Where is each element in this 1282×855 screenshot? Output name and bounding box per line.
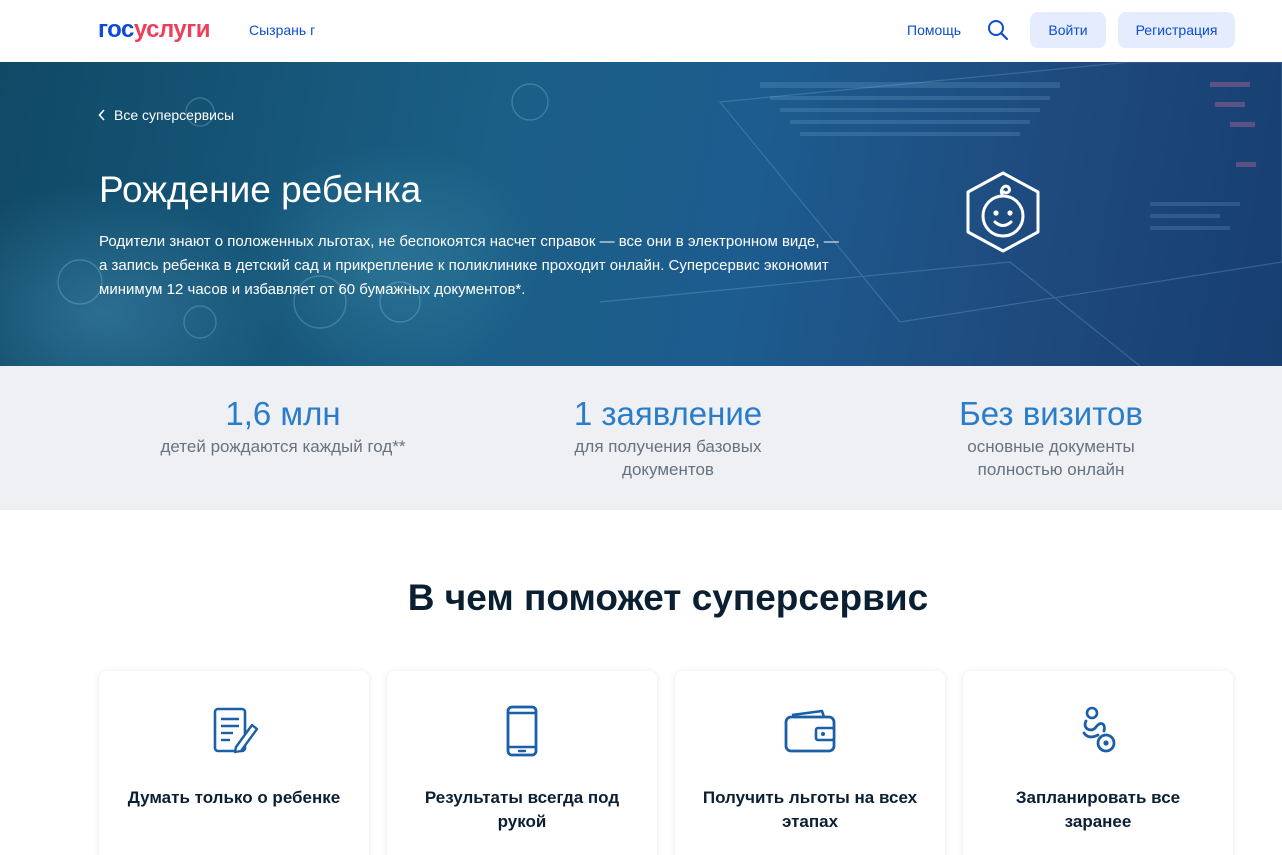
back-link-label: Все суперсервисы [114,107,235,123]
hero-banner: Все суперсервисы Рождение ребенка Родите… [0,62,1282,366]
back-to-superservices-link[interactable]: Все суперсервисы [98,106,234,124]
stat-value: 1 заявление [573,395,763,432]
gosuslugi-logo[interactable]: госуслуги [98,16,211,43]
section-title: В чем поможет суперсервис [407,577,929,618]
stat-item: 1 заявление для получения базовых докуме… [503,394,833,481]
benefit-card[interactable]: Результаты всегда под рукой [387,671,657,855]
benefit-card-label: Думать только о ребенке [127,788,341,807]
benefit-card-label: Результаты всегда под рукой [424,788,620,831]
help-link[interactable]: Помощь [907,21,961,39]
wallet-icon [784,709,836,753]
stats-band: 1,6 млн детей рождаются каждый год** 1 з… [0,366,1282,510]
stat-label: для получения базовых документов [574,437,762,479]
stat-label: детей рождаются каждый год** [160,437,406,456]
search-icon[interactable] [987,19,1009,41]
benefit-card[interactable]: Запланировать все заранее [963,671,1233,855]
register-button[interactable]: Регистрация [1118,12,1235,48]
logo-part-gos: гос [98,16,134,43]
stat-value: 1,6 млн [225,395,341,432]
benefit-card[interactable]: Получить льготы на всех этапах [675,671,945,855]
page-title: Рождение ребенка [99,169,422,210]
login-button[interactable]: Войти [1030,12,1106,48]
city-selector[interactable]: Сызрань г [249,21,315,39]
stat-item: 1,6 млн детей рождаются каждый год** [118,394,448,458]
chevron-left-icon [98,109,105,121]
logo-part-uslugi: услуги [133,16,211,43]
top-header: госуслуги Сызрань г Помощь Войти Регистр… [0,0,1282,62]
stat-label: основные документы полностью онлайн [967,437,1135,479]
hero-description: Родители знают о положенных льготах, не … [99,233,839,298]
smartphone-icon [506,705,538,757]
stat-value: Без визитов [959,395,1143,432]
document-pen-icon [213,707,259,754]
benefit-card[interactable]: Думать только о ребенке [99,671,369,855]
benefit-card-label: Получить льготы на всех этапах [702,788,918,831]
benefit-card-label: Запланировать все заранее [1015,788,1181,831]
pacifier-icon [1082,706,1116,753]
stat-item: Без визитов основные документы полностью… [886,394,1216,481]
baby-icon [966,171,1040,253]
